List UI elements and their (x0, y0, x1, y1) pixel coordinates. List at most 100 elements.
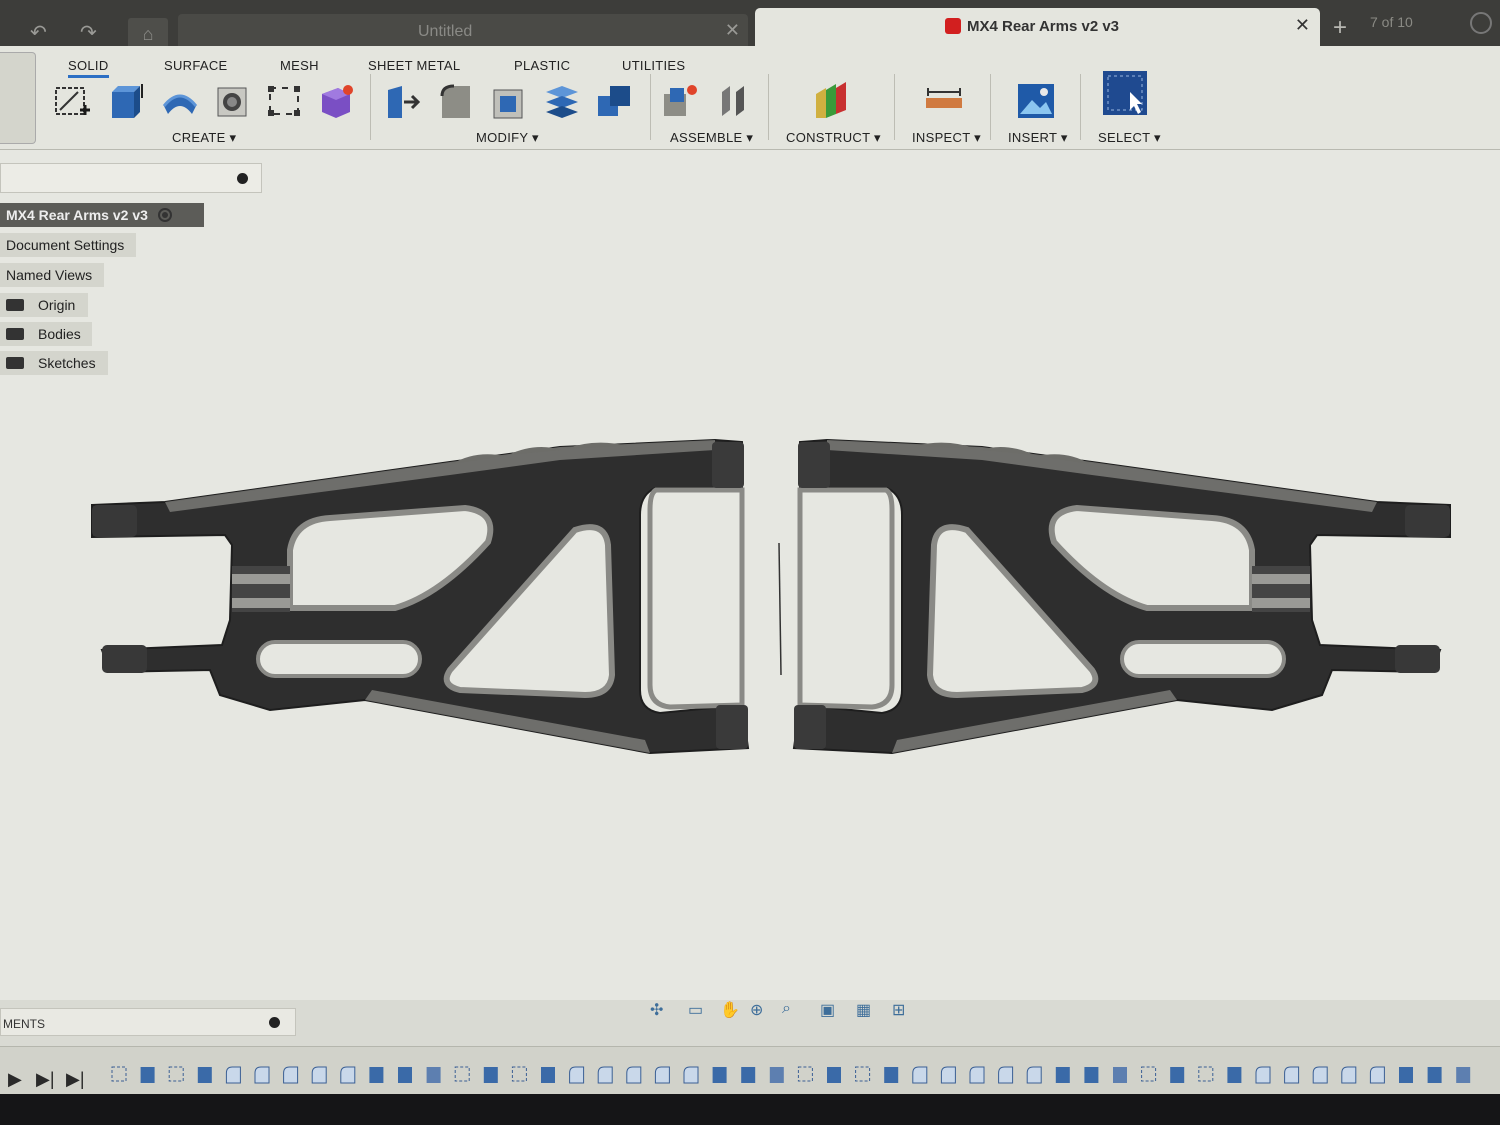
orbit-icon[interactable]: ✣ (650, 1000, 672, 1019)
play-icon[interactable]: ▶ (8, 1069, 22, 1090)
timeline-feature-fillet[interactable] (1312, 1066, 1328, 1084)
timeline-feature-fillet[interactable] (654, 1066, 670, 1084)
timeline-feature-fillet[interactable] (597, 1066, 613, 1084)
pattern-icon[interactable] (264, 80, 304, 122)
close-icon[interactable]: ✕ (725, 20, 740, 41)
timeline-feature-fillet[interactable] (683, 1066, 699, 1084)
tab-plastic[interactable]: PLASTIC (514, 58, 570, 73)
activate-radio-icon[interactable] (157, 208, 172, 222)
comments-panel[interactable]: MENTS (0, 1008, 296, 1036)
modify-menu[interactable]: MODIFY ▾ (476, 130, 539, 146)
assemble-menu[interactable]: ASSEMBLE ▾ (670, 130, 753, 146)
split-body-icon[interactable] (542, 80, 582, 122)
new-tab-button[interactable]: + (1326, 14, 1354, 42)
timeline-feature-extrude[interactable] (1055, 1067, 1070, 1083)
timeline-feature-fillet[interactable] (1255, 1066, 1271, 1084)
timeline-feature-sketch[interactable] (111, 1066, 127, 1082)
measure-icon[interactable] (924, 80, 964, 122)
select-icon[interactable] (1102, 70, 1148, 116)
timeline-feature-extrude[interactable] (1227, 1067, 1242, 1083)
timeline-feature-fillet[interactable] (626, 1066, 642, 1084)
create-sketch-icon[interactable] (52, 80, 92, 122)
create-menu[interactable]: CREATE ▾ (172, 130, 236, 146)
timeline-feature-sketch[interactable] (454, 1066, 470, 1082)
timeline-feature-fillet[interactable] (969, 1066, 985, 1084)
rear-arm-right[interactable] (794, 440, 1450, 753)
timeline-feature-extrude[interactable] (483, 1067, 498, 1083)
rear-arm-bodies[interactable] (0, 150, 1500, 1000)
press-pull-icon[interactable] (384, 80, 424, 122)
tab-untitled[interactable]: Untitled ✕ (178, 14, 748, 48)
timeline-feature-fillet[interactable] (940, 1066, 956, 1084)
timeline-feature-extrude[interactable] (140, 1067, 155, 1083)
display-settings-icon[interactable]: ▣ (820, 1000, 842, 1019)
insert-image-icon[interactable] (1016, 80, 1056, 122)
timeline-feature-extrude[interactable] (1084, 1067, 1099, 1083)
timeline-feature-fillet[interactable] (998, 1066, 1014, 1084)
timeline-feature-extrude[interactable] (1427, 1067, 1442, 1083)
timeline-feature-sketch[interactable] (855, 1066, 871, 1082)
timeline-feature-fillet[interactable] (1026, 1066, 1042, 1084)
timeline-feature-extrude[interactable] (827, 1067, 841, 1083)
timeline-feature-fillet[interactable] (283, 1066, 299, 1084)
tab-utilities[interactable]: UTILITIES (622, 58, 685, 73)
fit-icon[interactable]: ⌕ (782, 1000, 804, 1018)
timeline-feature-extrude[interactable] (197, 1067, 212, 1083)
construct-menu[interactable]: CONSTRUCT ▾ (786, 130, 881, 146)
timeline-feature-extrude[interactable] (398, 1067, 412, 1083)
timeline-feature-fillet[interactable] (1284, 1066, 1300, 1084)
clock-icon[interactable] (1470, 12, 1492, 34)
extrude-icon[interactable] (106, 80, 146, 122)
timeline-feature-extrude[interactable] (1170, 1067, 1185, 1083)
timeline-feature-sketch[interactable] (797, 1066, 813, 1082)
timeline-feature-combine[interactable] (426, 1067, 441, 1083)
step-forward-icon[interactable]: ▶| (36, 1069, 55, 1090)
timeline-feature-extrude[interactable] (1399, 1067, 1413, 1083)
go-to-end-icon[interactable]: ▶| (66, 1069, 85, 1090)
rear-arm-left[interactable] (92, 440, 748, 753)
select-menu[interactable]: SELECT ▾ (1098, 130, 1161, 146)
new-component-icon[interactable] (660, 80, 700, 122)
timeline-feature-extrude[interactable] (884, 1067, 899, 1083)
timeline-feature-fillet[interactable] (340, 1066, 356, 1084)
shell-icon[interactable] (488, 80, 528, 122)
viewports-icon[interactable]: ⊞ (892, 1000, 914, 1019)
timeline-feature-fillet[interactable] (225, 1066, 241, 1084)
timeline-feature-sketch[interactable] (1198, 1066, 1214, 1082)
create-form-icon[interactable] (316, 80, 356, 122)
grid-icon[interactable]: ▦ (856, 1000, 878, 1019)
job-status[interactable]: 7 of 10 (1370, 14, 1413, 30)
joint-icon[interactable] (714, 80, 754, 122)
combine-icon[interactable] (594, 80, 634, 122)
look-at-icon[interactable]: ▭ (688, 1000, 710, 1019)
close-icon[interactable]: ✕ (1295, 15, 1310, 36)
timeline-feature-sketch[interactable] (168, 1066, 184, 1082)
insert-menu[interactable]: INSERT ▾ (1008, 130, 1068, 146)
timeline-feature-fillet[interactable] (311, 1066, 327, 1084)
timeline-feature-combine[interactable] (1456, 1067, 1471, 1083)
timeline-feature-fillet[interactable] (1369, 1066, 1385, 1084)
timeline-feature-fillet[interactable] (569, 1066, 585, 1084)
tab-surface[interactable]: SURFACE (164, 58, 228, 73)
revolve-icon[interactable] (160, 80, 200, 122)
timeline-feature-extrude[interactable] (369, 1067, 384, 1083)
hole-icon[interactable] (212, 80, 252, 122)
fillet-icon[interactable] (436, 80, 476, 122)
tab-solid[interactable]: SOLID (68, 58, 109, 78)
browser-panel-header[interactable] (0, 163, 262, 193)
browser-item-sketches[interactable]: Sketches (0, 351, 108, 375)
undo-icon[interactable]: ↶ (30, 20, 47, 45)
timeline-feature-fillet[interactable] (1341, 1066, 1357, 1084)
tab-mesh[interactable]: MESH (280, 58, 319, 73)
browser-root-node[interactable]: MX4 Rear Arms v2 v3 (0, 203, 204, 227)
design-workspace-menu[interactable] (0, 52, 36, 144)
browser-item-origin[interactable]: Origin (0, 293, 88, 317)
offset-plane-icon[interactable] (812, 80, 852, 122)
timeline-feature-combine[interactable] (1113, 1067, 1127, 1083)
pan-icon[interactable]: ✋ (720, 1000, 742, 1019)
redo-icon[interactable]: ↷ (80, 20, 97, 45)
collapse-browser-icon[interactable] (237, 173, 248, 184)
zoom-icon[interactable]: ⊕ (750, 1000, 772, 1019)
timeline-feature-combine[interactable] (769, 1067, 784, 1083)
timeline-feature-extrude[interactable] (741, 1067, 756, 1083)
